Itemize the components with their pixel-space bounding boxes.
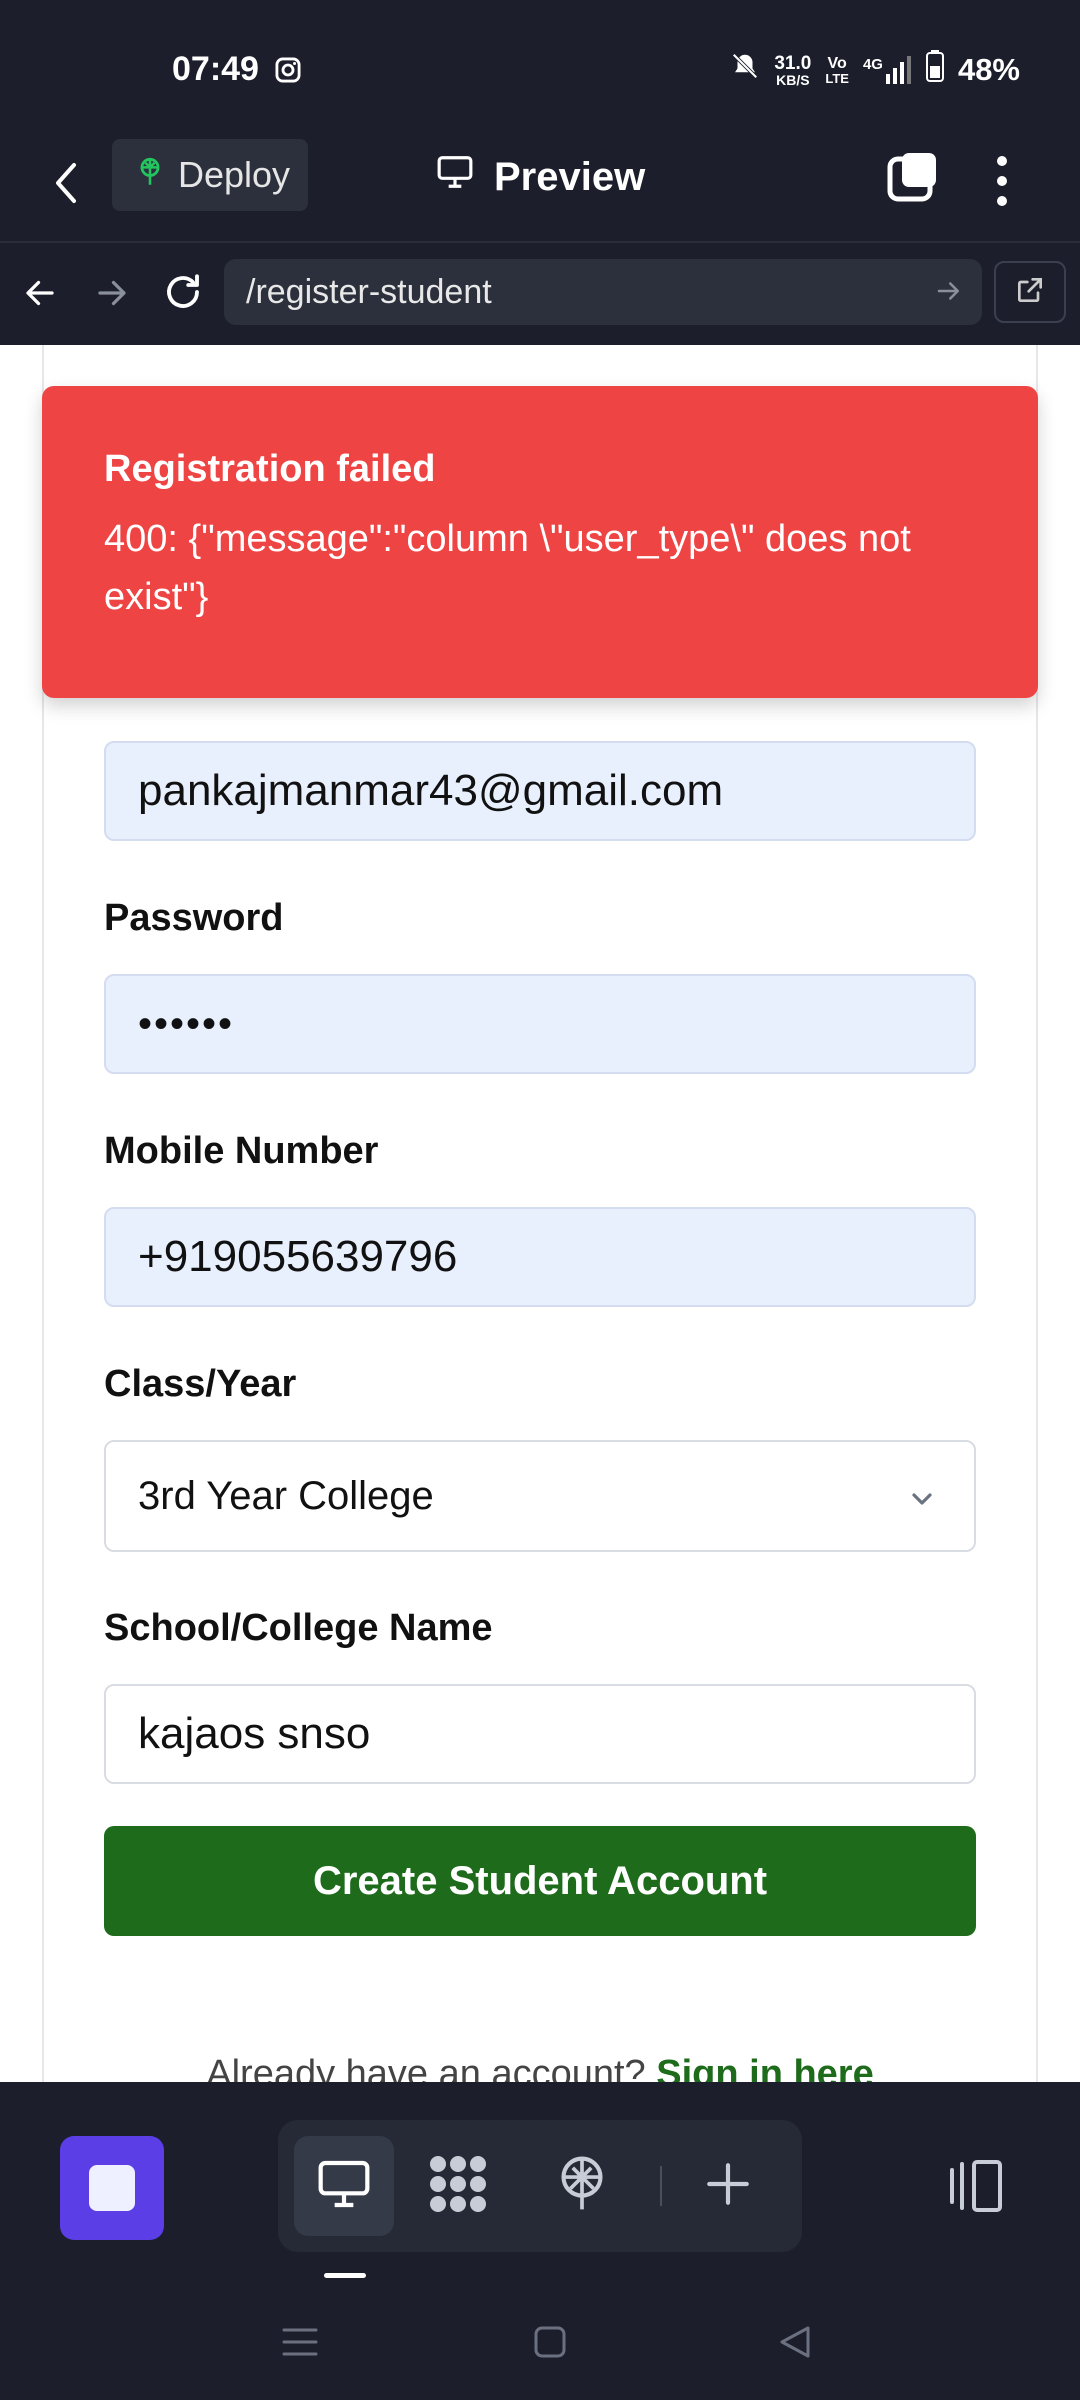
status-indicators: 31.0 KB/S Vo LTE 4G 48% (730, 50, 1020, 90)
class-year-select[interactable]: 3rd Year College (104, 1440, 976, 1552)
status-bar: 07:49 31.0 KB/S Vo LTE 4G 48% (0, 0, 1080, 125)
mobile-value: +919055639796 (138, 1232, 458, 1281)
stop-icon (89, 2165, 135, 2211)
battery-percent: 48% (957, 52, 1020, 87)
password-field[interactable]: •••••• (104, 974, 976, 1074)
school-value: kajaos snso (138, 1709, 371, 1758)
active-tab-indicator (324, 2273, 366, 2278)
volte-bottom: LTE (825, 70, 849, 86)
app-switcher-button[interactable] (60, 2136, 164, 2240)
class-year-value: 3rd Year College (138, 1473, 434, 1518)
battery-icon (925, 50, 944, 90)
url-input[interactable]: /register-student (224, 259, 982, 325)
external-link-icon (1014, 274, 1046, 311)
school-label: School/College Name (104, 1607, 493, 1649)
chevron-down-icon (906, 1480, 938, 1525)
volte-indicator: Vo LTE (825, 54, 849, 86)
reload-icon[interactable] (162, 271, 204, 318)
deploy-button[interactable]: Deploy (112, 139, 308, 211)
app-bar: Deploy Preview (0, 125, 1080, 243)
preview-label: Preview (494, 154, 646, 199)
add-button[interactable] (678, 2136, 778, 2236)
back-icon[interactable] (52, 155, 92, 211)
net-speed-unit: KB/S (776, 71, 810, 88)
net-speed: 31.0 KB/S (774, 54, 811, 87)
deploy-globe-icon (554, 2154, 610, 2219)
recents-icon[interactable] (280, 2324, 320, 2365)
school-field[interactable]: kajaos snso (104, 1684, 976, 1784)
modules-button[interactable] (408, 2136, 508, 2236)
modules-icon (426, 2152, 490, 2221)
mobile-field[interactable]: +919055639796 (104, 1207, 976, 1307)
nav-back-icon[interactable] (22, 275, 58, 316)
email-value: pankajmanmar43@gmail.com (138, 766, 724, 815)
tool-group (278, 2120, 802, 2252)
toolbar-divider (660, 2166, 662, 2206)
bottom-toolbar (0, 2082, 1080, 2282)
create-account-button[interactable]: Create Student Account (104, 1826, 976, 1936)
toast-message: 400: {"message":"column \"user_type\" do… (104, 518, 911, 618)
tabs-icon[interactable] (884, 147, 944, 207)
deploy-tool-button[interactable] (532, 2136, 632, 2236)
monitor-icon (436, 154, 474, 200)
signin-link[interactable]: Sign in here (656, 2053, 873, 2082)
back-nav-icon[interactable] (778, 2324, 812, 2365)
desktop-view-button[interactable] (294, 2136, 394, 2236)
desktop-icon (316, 2158, 372, 2215)
signal-icon: 4G (863, 56, 912, 84)
password-value: •••••• (138, 1001, 235, 1046)
url-bar: /register-student (0, 245, 1080, 345)
url-text: /register-student (246, 272, 492, 311)
panel-icon (944, 2158, 1008, 2219)
class-year-label: Class/Year (104, 1363, 297, 1405)
create-account-label: Create Student Account (312, 1858, 768, 1903)
go-arrow-icon[interactable] (934, 276, 964, 315)
password-label: Password (104, 897, 284, 939)
mute-icon (730, 51, 760, 89)
open-external-button[interactable] (994, 261, 1066, 323)
status-time: 07:49 (172, 50, 259, 88)
mobile-label: Mobile Number (104, 1130, 379, 1172)
system-nav-bar (0, 2282, 1080, 2400)
deploy-label: Deploy (178, 154, 291, 195)
signin-row: Already have an account? Sign in here (0, 2053, 1080, 2082)
error-toast[interactable]: Registration failed 400: {"message":"col… (42, 386, 1038, 698)
panel-toggle-button[interactable] (924, 2136, 1028, 2240)
toast-title: Registration failed (104, 448, 436, 490)
add-icon (703, 2159, 753, 2214)
more-options-icon[interactable] (988, 151, 1016, 211)
network-type: 4G (862, 56, 883, 73)
email-field[interactable]: pankajmanmar43@gmail.com (104, 741, 976, 841)
volte-top: Vo (827, 54, 847, 72)
home-icon[interactable] (532, 2324, 568, 2365)
nav-forward-icon[interactable] (94, 275, 130, 316)
deploy-icon (136, 154, 164, 196)
signin-prompt: Already have an account? (206, 2053, 646, 2082)
preview-title: Preview (436, 147, 645, 207)
net-speed-value: 31.0 (774, 52, 812, 74)
instagram-icon (274, 56, 302, 89)
